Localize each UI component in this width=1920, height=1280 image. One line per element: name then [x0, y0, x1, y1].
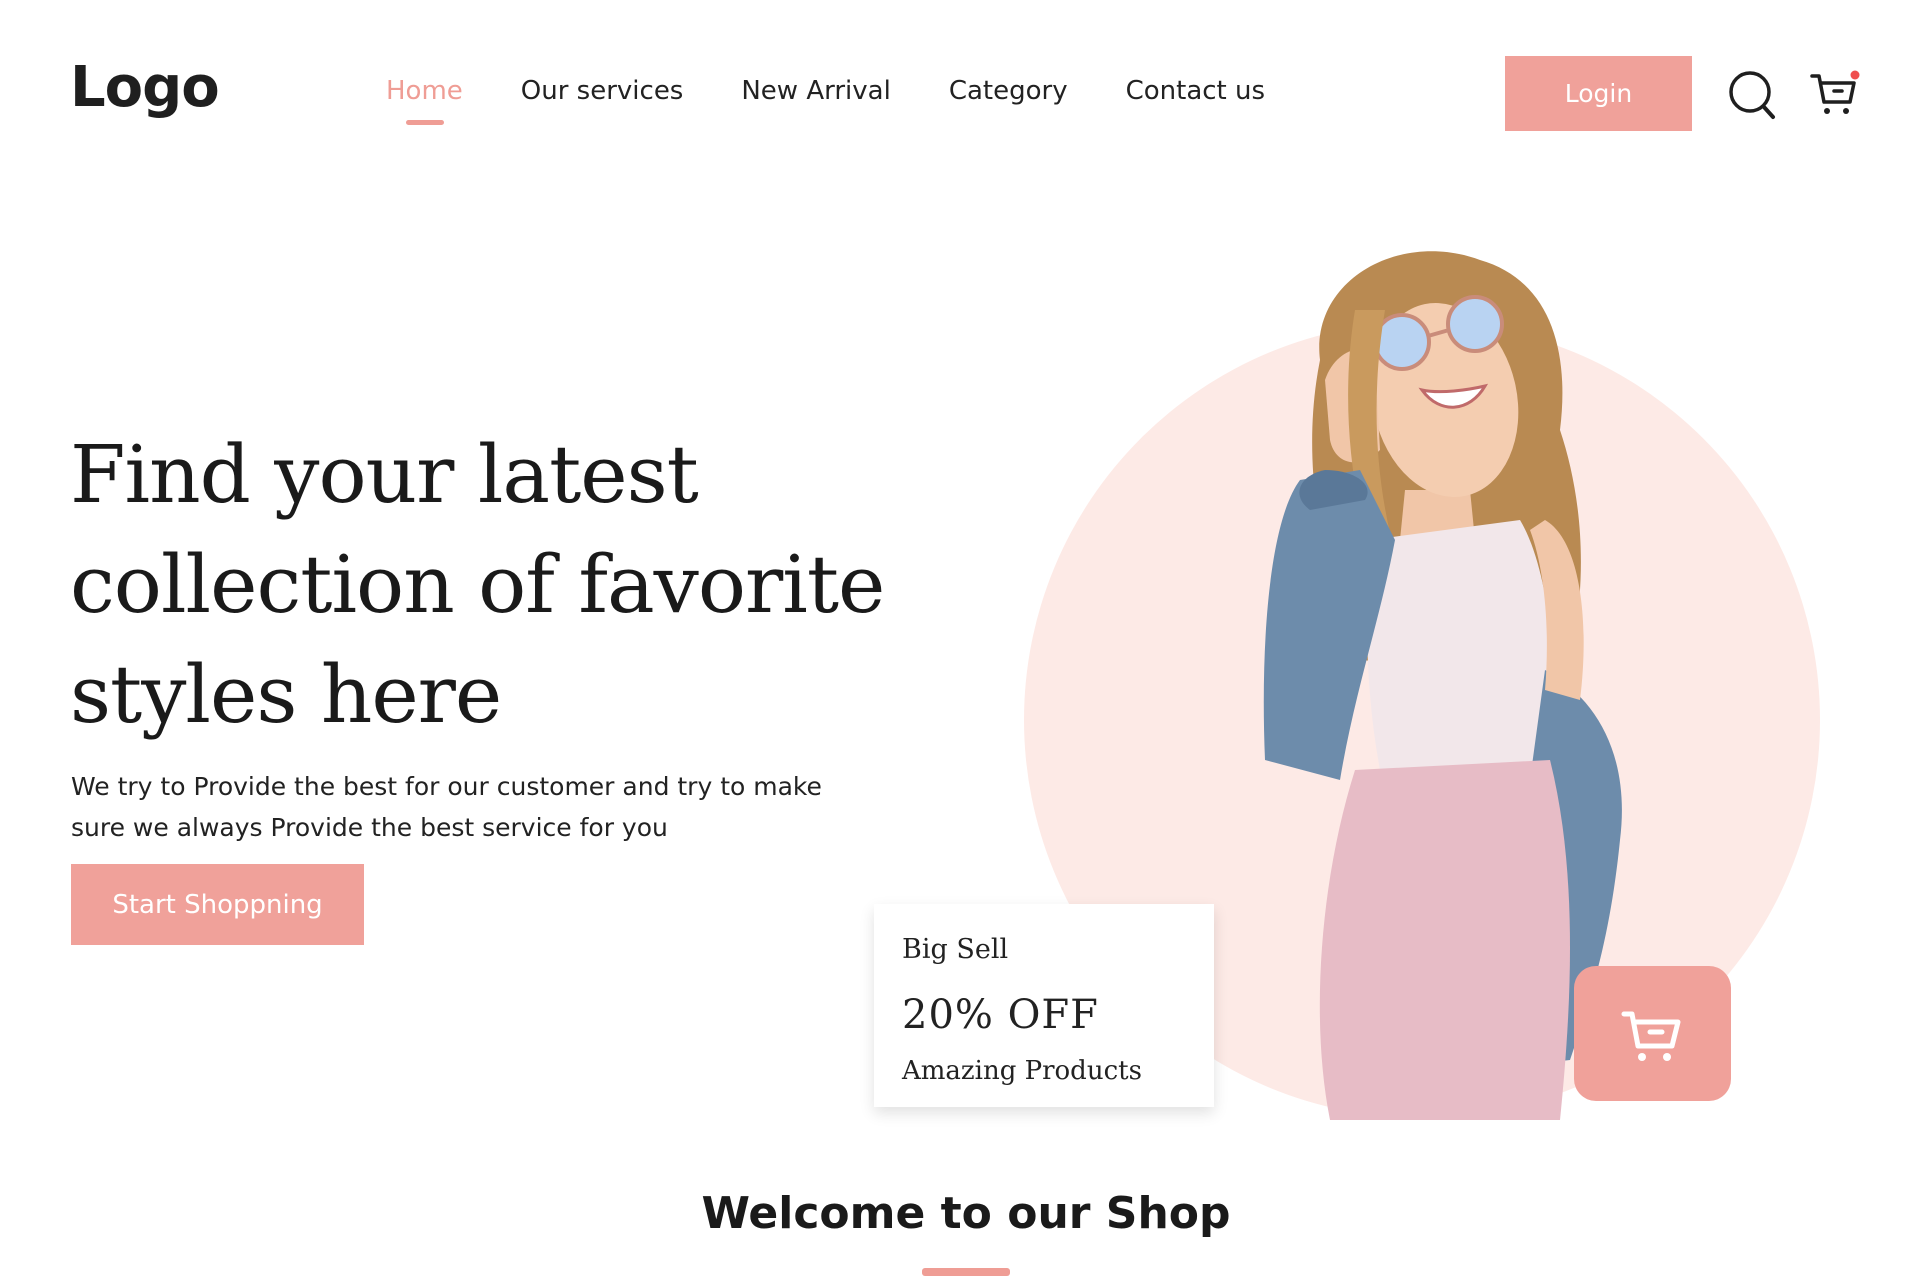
start-shopping-button[interactable]: Start Shoppning: [71, 864, 364, 945]
promo-label: Big Sell: [902, 934, 1009, 965]
search-icon[interactable]: [1728, 70, 1776, 120]
nav-item-contact-us[interactable]: Contact us: [1126, 76, 1265, 106]
promo-discount: 20% OFF: [902, 992, 1099, 1038]
active-indicator: [406, 120, 444, 125]
nav-item-home[interactable]: Home: [386, 76, 463, 125]
welcome-title: Welcome to our Shop: [701, 1188, 1231, 1239]
cart-floating-button[interactable]: [1574, 966, 1731, 1101]
login-button[interactable]: Login: [1505, 56, 1692, 131]
nav-item-label: Home: [386, 76, 463, 106]
main-nav: Home Our services New Arrival Category C…: [386, 76, 1323, 125]
nav-item-our-services[interactable]: Our services: [521, 76, 684, 106]
promo-card: Big Sell 20% OFF Amazing Products: [874, 904, 1214, 1107]
nav-item-category[interactable]: Category: [949, 76, 1068, 106]
welcome-underline: [922, 1268, 1010, 1276]
logo[interactable]: Logo: [70, 55, 220, 120]
cart-icon: [1621, 1011, 1680, 1061]
cart-icon[interactable]: [1810, 70, 1860, 118]
nav-item-new-arrival[interactable]: New Arrival: [741, 76, 890, 106]
hero-subtitle: We try to Provide the best for our custo…: [71, 772, 822, 842]
page: Logo Home Our services New Arrival Categ…: [0, 0, 1920, 1280]
hero-title: Find your latest collection of favorite …: [70, 428, 885, 741]
promo-caption: Amazing Products: [902, 1056, 1142, 1086]
